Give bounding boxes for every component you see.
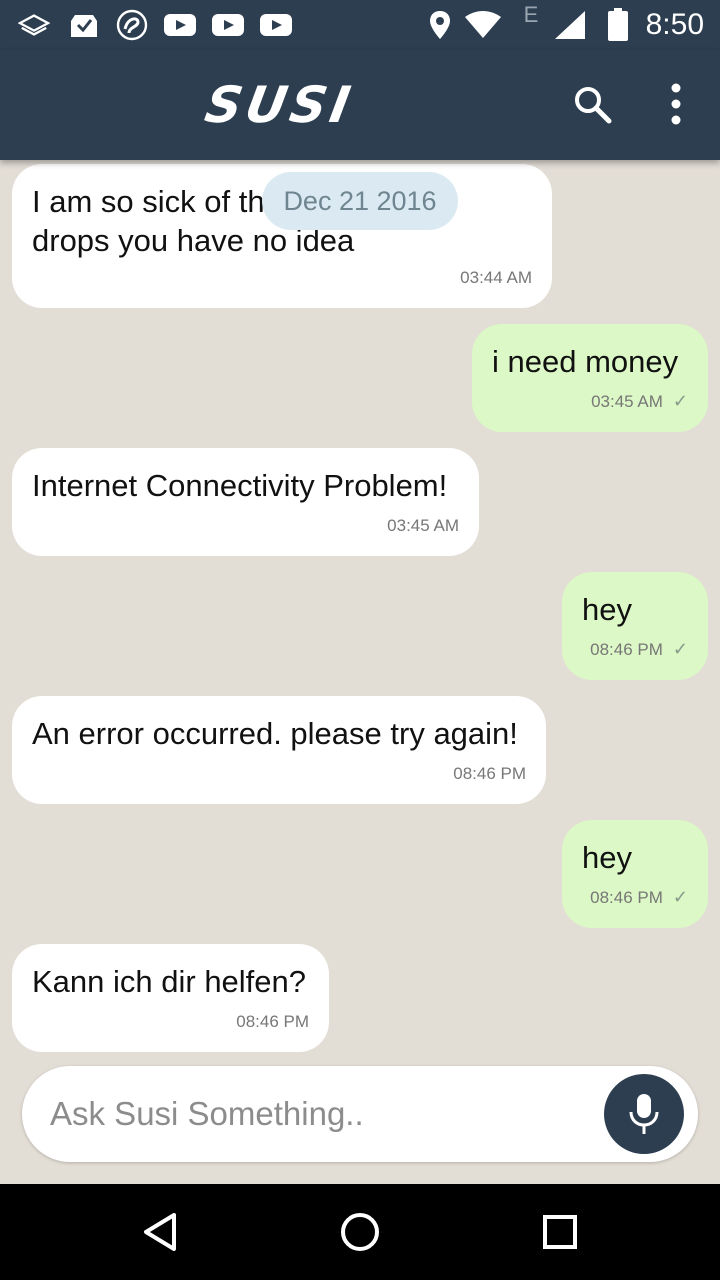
nav-home-button[interactable] — [336, 1208, 384, 1256]
date-separator: Dec 21 2016 — [262, 172, 458, 230]
system-nav-bar — [0, 1184, 720, 1280]
mic-button[interactable] — [604, 1074, 684, 1154]
signal-icon — [552, 10, 588, 40]
chat-feed[interactable]: Dec 21 2016 I am so sick of this laugh d… — [0, 160, 720, 1184]
message-bubble-incoming[interactable]: An error occurred. please try again! 08:… — [12, 696, 546, 804]
status-bar: E 8:50 — [0, 0, 720, 50]
sent-check-icon: ✓ — [672, 887, 688, 907]
message-composer — [22, 1066, 698, 1162]
message-bubble-incoming[interactable]: Internet Connectivity Problem! 03:45 AM — [12, 448, 479, 556]
message-timestamp: 08:46 PM — [590, 887, 663, 907]
message-text: Internet Connectivity Problem! — [32, 468, 448, 503]
message-bubble-outgoing[interactable]: hey 08:46 PM ✓ — [562, 572, 708, 680]
message-text: i need money — [492, 344, 679, 379]
message-timestamp: 08:46 PM — [453, 764, 526, 783]
recents-square-icon — [543, 1215, 577, 1249]
message-timestamp: 03:45 AM — [387, 516, 459, 535]
home-circle-icon — [341, 1213, 379, 1251]
nav-back-button[interactable] — [136, 1208, 184, 1256]
network-type-label: E — [523, 2, 539, 27]
message-input[interactable] — [50, 1084, 590, 1144]
youtube-icon — [164, 10, 196, 40]
overflow-menu-button[interactable] — [656, 80, 696, 128]
message-text: hey — [582, 592, 632, 627]
youtube-icon — [260, 10, 292, 40]
youtube-icon — [212, 10, 244, 40]
swirl-icon — [116, 9, 148, 41]
more-vert-icon — [671, 83, 681, 125]
layers-icon — [18, 10, 50, 40]
message-timestamp: 08:46 PM — [236, 1012, 309, 1031]
message-text: hey — [582, 840, 632, 875]
nav-recents-button[interactable] — [536, 1208, 584, 1256]
inbox-check-icon — [68, 10, 100, 40]
search-button[interactable] — [568, 80, 616, 128]
app-bar: SUSI — [0, 50, 720, 160]
wifi-icon — [464, 10, 502, 40]
message-bubble-outgoing[interactable]: i need money 03:45 AM ✓ — [472, 324, 708, 432]
battery-icon — [604, 8, 632, 41]
message-timestamp: 03:44 AM — [460, 268, 532, 287]
back-triangle-icon — [144, 1213, 176, 1251]
clock: 8:50 — [645, 8, 704, 41]
message-text: An error occurred. please try again! — [32, 716, 518, 751]
message-text: Kann ich dir helfen? — [32, 964, 307, 999]
mic-icon — [629, 1094, 659, 1134]
location-icon — [424, 10, 456, 40]
search-icon — [575, 87, 612, 124]
message-bubble-outgoing[interactable]: hey 08:46 PM ✓ — [562, 820, 708, 928]
sent-check-icon: ✓ — [672, 639, 688, 659]
message-bubble-incoming[interactable]: Kann ich dir helfen? 08:46 PM — [12, 944, 329, 1052]
message-timestamp: 08:46 PM — [590, 639, 663, 659]
app-logo: SUSI — [200, 76, 359, 134]
message-timestamp: 03:45 AM — [591, 391, 663, 411]
sent-check-icon: ✓ — [672, 391, 688, 411]
